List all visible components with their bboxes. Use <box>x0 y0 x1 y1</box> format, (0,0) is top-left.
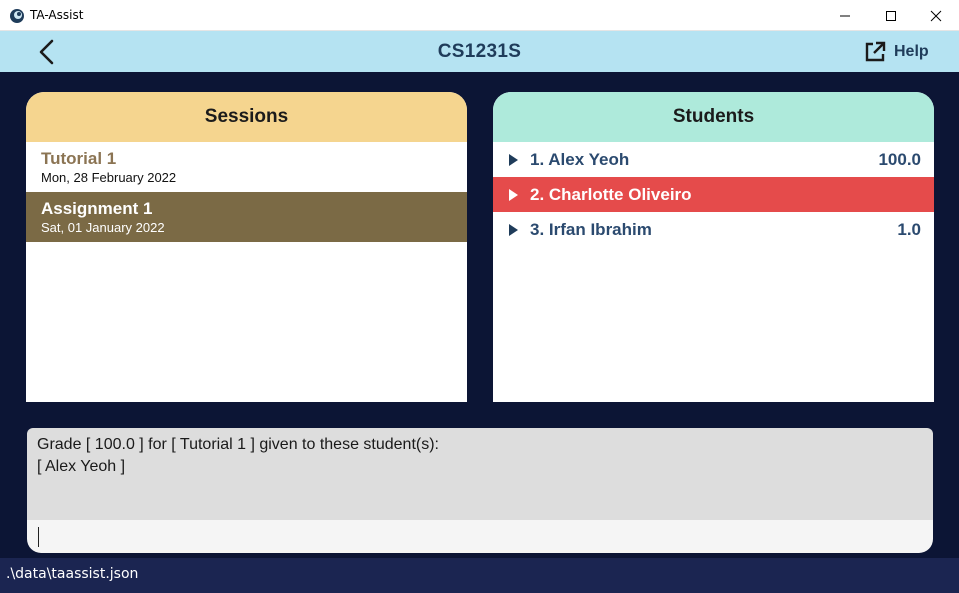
text-caret <box>38 527 39 547</box>
sessions-panel: Sessions Tutorial 1 Mon, 28 February 202… <box>26 92 467 402</box>
session-item-selected[interactable]: Assignment 1 Sat, 01 January 2022 <box>26 192 467 242</box>
student-row[interactable]: 1. Alex Yeoh 100.0 <box>493 142 934 177</box>
app-header: CS1231S Help <box>0 31 959 72</box>
help-label: Help <box>894 43 929 60</box>
maximize-icon <box>886 10 896 21</box>
minimize-button[interactable] <box>822 0 868 31</box>
student-grade: 100.0 <box>878 149 921 169</box>
title-bar: TA-Assist <box>0 0 959 31</box>
session-date: Mon, 28 February 2022 <box>41 170 177 185</box>
external-link-icon <box>865 41 886 62</box>
result-line: [ Alex Yeoh ] <box>37 458 126 475</box>
expand-arrow-icon[interactable] <box>509 223 518 236</box>
student-row[interactable]: 3. Irfan Ibrahim 1.0 <box>493 212 934 247</box>
status-bar: .\data\taassist.json <box>0 558 959 593</box>
expand-arrow-icon[interactable] <box>509 153 518 166</box>
command-input[interactable] <box>27 520 933 553</box>
result-display: Grade [ 100.0 ] for [ Tutorial 1 ] given… <box>27 428 933 520</box>
session-item[interactable]: Tutorial 1 Mon, 28 February 2022 <box>26 142 467 192</box>
student-grade: 1.0 <box>897 219 921 239</box>
close-button[interactable] <box>913 0 959 31</box>
session-date: Sat, 01 January 2022 <box>41 220 165 235</box>
expand-arrow-icon[interactable] <box>509 188 518 201</box>
page-title: CS1231S <box>437 41 522 62</box>
window-title: TA-Assist <box>30 8 84 22</box>
session-name: Tutorial 1 <box>41 149 117 168</box>
student-name: 2. Charlotte Oliveiro <box>530 184 692 204</box>
session-name: Assignment 1 <box>41 199 153 218</box>
data-file-path: .\data\taassist.json <box>6 566 139 582</box>
app-logo-icon <box>10 9 24 23</box>
close-icon <box>930 10 942 21</box>
result-line: Grade [ 100.0 ] for [ Tutorial 1 ] given… <box>37 436 439 453</box>
maximize-button[interactable] <box>868 0 914 31</box>
help-button[interactable]: Help <box>864 40 929 64</box>
main-area: Sessions Tutorial 1 Mon, 28 February 202… <box>0 72 959 558</box>
student-name: 1. Alex Yeoh <box>530 149 630 169</box>
sessions-panel-title: Sessions <box>26 92 467 142</box>
minimize-icon <box>840 15 850 16</box>
students-panel: Students 1. Alex Yeoh 100.0 2. Charlotte… <box>493 92 934 402</box>
student-name: 3. Irfan Ibrahim <box>530 219 652 239</box>
students-panel-title: Students <box>493 92 934 142</box>
student-row-highlighted[interactable]: 2. Charlotte Oliveiro <box>493 177 934 212</box>
